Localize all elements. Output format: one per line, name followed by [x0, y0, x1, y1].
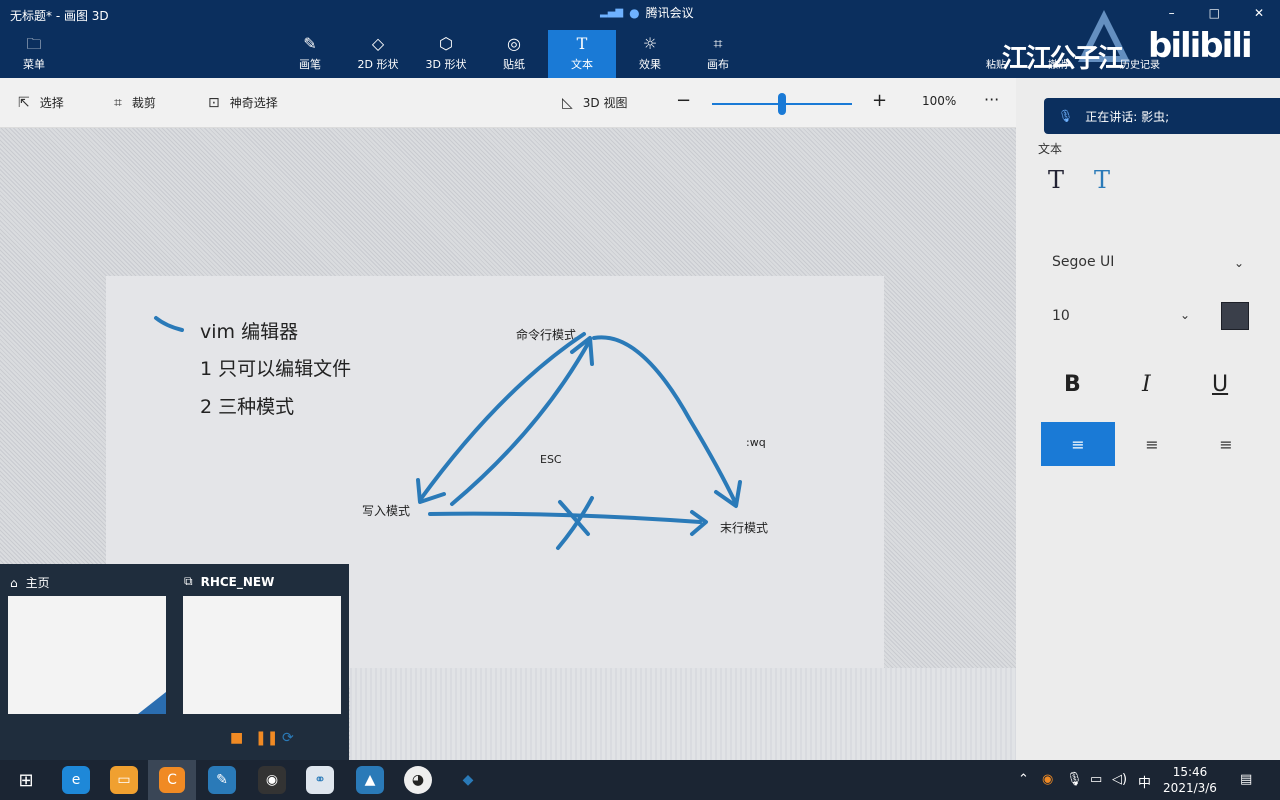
clock-date: 2021/3/6 — [1163, 781, 1217, 795]
tray-network-icon[interactable]: ▭ — [1090, 772, 1102, 787]
size-dropdown-chevron-icon[interactable]: ⌄ — [1180, 308, 1190, 322]
bullet-stroke — [154, 316, 184, 332]
watermark-text: 江江公子江 — [1002, 44, 1124, 74]
speaking-indicator: 🎙 正在讲话: 影虫; — [1044, 98, 1280, 134]
tray-chevron-icon[interactable]: ⌃ — [1018, 772, 1029, 787]
plain-text-icon[interactable]: T — [1048, 166, 1064, 194]
microphone-icon: 🎙 — [1058, 109, 1074, 123]
arrow-insert-to-lastline — [428, 511, 702, 524]
tray-ime-indicator[interactable]: 中 — [1138, 772, 1151, 791]
notification-icon[interactable]: ▤ — [1240, 772, 1252, 787]
font-dropdown-chevron-icon[interactable]: ⌄ — [1234, 256, 1244, 270]
text-color-swatch[interactable] — [1221, 302, 1249, 330]
italic-button[interactable]: I — [1142, 372, 1151, 397]
align-center-button[interactable]: ≡ — [1115, 422, 1189, 466]
paint3d-icon[interactable]: ◆ — [454, 766, 482, 794]
bold-button[interactable]: B — [1064, 372, 1081, 397]
thumbnail-corner — [138, 692, 166, 714]
edge-icon[interactable]: e — [62, 766, 90, 794]
3d-text-icon[interactable]: T — [1094, 166, 1110, 194]
refresh-icon[interactable]: ⟳ — [282, 730, 294, 746]
font-size-select[interactable]: 10 — [1052, 308, 1070, 324]
preview-session-label: RHCE_NEW — [200, 574, 275, 589]
tray-recorder-icon[interactable]: ◉ — [1042, 772, 1053, 787]
align-left-icon: ≡ — [1071, 434, 1085, 454]
pen-app-icon[interactable]: ✎ — [208, 766, 236, 794]
preview-thumbnail-session[interactable] — [183, 596, 341, 714]
arrow-command-to-insert — [418, 332, 586, 502]
screen-recorder-icon[interactable]: C — [148, 760, 196, 800]
taskbar-preview-popup: ⌂ 主页 ⧉ RHCE_NEW ■ ❚❚ ⟳ — [0, 564, 349, 760]
font-select[interactable]: Segoe UI — [1052, 254, 1114, 270]
align-right-icon: ≡ — [1219, 434, 1233, 454]
align-center-icon: ≡ — [1145, 434, 1159, 454]
panel-section-title: 文本 — [1038, 142, 1063, 156]
underline-button[interactable]: U — [1212, 372, 1228, 397]
share-app-icon[interactable]: ⚭ — [306, 766, 334, 794]
speaking-label: 正在讲话: 影虫; — [1085, 109, 1170, 124]
windows-start-icon[interactable]: ⊞ — [12, 766, 40, 794]
stop-icon[interactable]: ■ — [230, 730, 243, 746]
file-explorer-icon[interactable]: ▭ — [110, 766, 138, 794]
tray-volume-icon[interactable]: ◁) — [1112, 772, 1127, 787]
home-icon: ⌂ — [10, 575, 18, 590]
align-right-button[interactable]: ≡ — [1189, 422, 1263, 466]
preview-home-label: 主页 — [25, 576, 50, 590]
pause-icon[interactable]: ❚❚ — [255, 730, 278, 746]
video-watermark: 粘贴 撤消 历史记录 江江公子江 bilibili — [980, 4, 1270, 76]
record-app-icon[interactable]: ◉ — [258, 766, 286, 794]
align-left-button[interactable]: ≡ — [1041, 422, 1115, 466]
bilibili-logo: bilibili — [1148, 26, 1253, 66]
taskbar: ⊞ e ▭ C ✎ ◉ ⚭ ▲ ◕ ◆ ⌃ ◉ 🎙 ▭ ◁) 中 15:46 2… — [0, 760, 1280, 800]
window-icon: ⧉ — [184, 574, 193, 588]
arrow-command-to-lastline — [592, 335, 738, 506]
clock-time: 15:46 — [1172, 765, 1208, 779]
photos-app-icon[interactable]: ▲ — [356, 766, 384, 794]
arrow-insert-to-command — [450, 338, 592, 506]
preview-session-header[interactable]: ⧉ RHCE_NEW — [184, 574, 274, 589]
taskbar-clock[interactable]: 15:46 2021/3/6 — [1160, 764, 1220, 796]
preview-home-header[interactable]: ⌂ 主页 — [10, 574, 50, 591]
preview-thumbnail-home[interactable] — [8, 596, 166, 714]
tray-mic-icon[interactable]: 🎙 — [1066, 772, 1083, 787]
qq-icon[interactable]: ◕ — [404, 766, 432, 794]
